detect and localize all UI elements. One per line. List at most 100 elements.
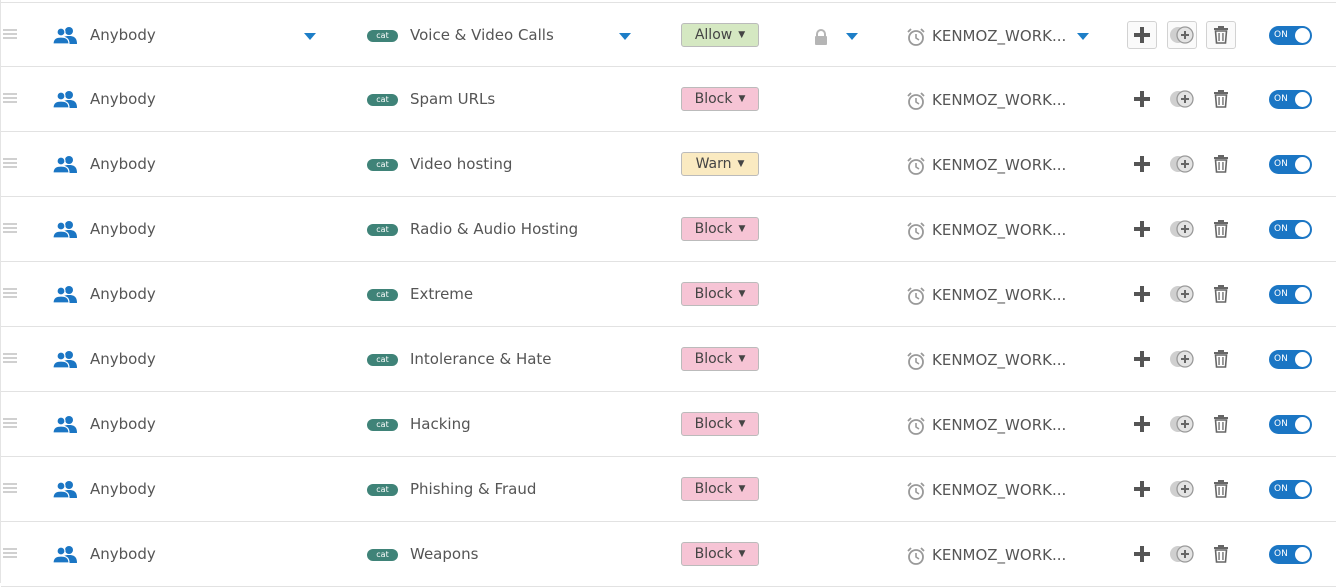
schedule-name[interactable]: KENMOZ_WORK... xyxy=(932,546,1066,564)
add-rule-button[interactable] xyxy=(1127,280,1157,308)
action-select[interactable]: Block ▼ xyxy=(681,542,759,566)
delete-rule-button[interactable] xyxy=(1206,85,1236,113)
rule-enabled-toggle[interactable]: ON xyxy=(1269,415,1312,434)
clone-rule-button[interactable] xyxy=(1167,540,1197,568)
action-select[interactable]: Block ▼ xyxy=(681,87,759,111)
rule-enabled-toggle[interactable]: ON xyxy=(1269,26,1312,45)
user-name[interactable]: Anybody xyxy=(90,480,156,498)
add-rule-button[interactable] xyxy=(1127,150,1157,178)
add-rule-button[interactable] xyxy=(1127,85,1157,113)
rule-enabled-toggle[interactable]: ON xyxy=(1269,155,1312,174)
options-dropdown-icon[interactable] xyxy=(846,33,858,40)
rule-enabled-toggle[interactable]: ON xyxy=(1269,90,1312,109)
drag-handle-icon[interactable] xyxy=(3,29,17,41)
action-label: Allow xyxy=(694,27,733,43)
clone-rule-button[interactable] xyxy=(1167,280,1197,308)
add-rule-button[interactable] xyxy=(1127,475,1157,503)
user-name[interactable]: Anybody xyxy=(90,415,156,433)
category-name[interactable]: Intolerance & Hate xyxy=(410,350,552,368)
delete-rule-button[interactable] xyxy=(1206,150,1236,178)
rule-enabled-toggle[interactable]: ON xyxy=(1269,480,1312,499)
alarm-clock-icon xyxy=(907,28,925,46)
delete-rule-button[interactable] xyxy=(1206,215,1236,243)
alarm-clock-icon xyxy=(907,547,925,565)
users-icon xyxy=(53,416,77,434)
category-name[interactable]: Phishing & Fraud xyxy=(410,480,536,498)
schedule-dropdown-icon[interactable] xyxy=(1077,33,1089,40)
action-select[interactable]: Block ▼ xyxy=(681,412,759,436)
action-select[interactable]: Warn ▼ xyxy=(681,152,759,176)
user-name[interactable]: Anybody xyxy=(90,90,156,108)
user-name[interactable]: Anybody xyxy=(90,285,156,303)
schedule-name[interactable]: KENMOZ_WORK... xyxy=(932,351,1066,369)
rule-enabled-toggle[interactable]: ON xyxy=(1269,285,1312,304)
rule-enabled-toggle[interactable]: ON xyxy=(1269,220,1312,239)
action-select[interactable]: Allow ▼ xyxy=(681,23,759,47)
category-dropdown-icon[interactable] xyxy=(619,33,631,40)
user-name[interactable]: Anybody xyxy=(90,545,156,563)
delete-rule-button[interactable] xyxy=(1206,280,1236,308)
clone-icon xyxy=(1170,415,1194,433)
category-badge: cat xyxy=(367,419,398,431)
drag-handle-icon[interactable] xyxy=(3,353,17,365)
schedule-name[interactable]: KENMOZ_WORK... xyxy=(932,91,1066,109)
add-rule-button[interactable] xyxy=(1127,215,1157,243)
category-name[interactable]: Extreme xyxy=(410,285,473,303)
schedule-name[interactable]: KENMOZ_WORK... xyxy=(932,481,1066,499)
clone-rule-button[interactable] xyxy=(1167,345,1197,373)
category-name[interactable]: Video hosting xyxy=(410,155,512,173)
drag-handle-icon[interactable] xyxy=(3,288,17,300)
clone-rule-button[interactable] xyxy=(1167,150,1197,178)
drag-handle-icon[interactable] xyxy=(3,548,17,560)
category-name[interactable]: Radio & Audio Hosting xyxy=(410,220,578,238)
clone-rule-button[interactable] xyxy=(1167,215,1197,243)
schedule-name[interactable]: KENMOZ_WORK... xyxy=(932,221,1066,239)
lock-icon[interactable] xyxy=(813,29,829,45)
clone-rule-button[interactable] xyxy=(1167,410,1197,438)
clone-icon xyxy=(1170,545,1194,563)
drag-handle-icon[interactable] xyxy=(3,418,17,430)
user-dropdown-icon[interactable] xyxy=(304,33,316,40)
add-rule-button[interactable] xyxy=(1127,410,1157,438)
caret-down-icon: ▼ xyxy=(738,94,746,104)
clone-rule-button[interactable] xyxy=(1167,475,1197,503)
delete-rule-button[interactable] xyxy=(1206,540,1236,568)
users-icon xyxy=(53,481,77,499)
schedule-name[interactable]: KENMOZ_WORK... xyxy=(932,416,1066,434)
delete-rule-button[interactable] xyxy=(1206,21,1236,49)
clone-rule-button[interactable] xyxy=(1167,21,1197,49)
category-name[interactable]: Spam URLs xyxy=(410,90,495,108)
category-name[interactable]: Weapons xyxy=(410,545,478,563)
action-select[interactable]: Block ▼ xyxy=(681,347,759,371)
rule-enabled-toggle[interactable]: ON xyxy=(1269,350,1312,369)
schedule-name[interactable]: KENMOZ_WORK... xyxy=(932,156,1066,174)
delete-rule-button[interactable] xyxy=(1206,475,1236,503)
schedule-name[interactable]: KENMOZ_WORK... xyxy=(932,27,1066,45)
delete-rule-button[interactable] xyxy=(1206,410,1236,438)
category-name[interactable]: Hacking xyxy=(410,415,471,433)
action-select[interactable]: Block ▼ xyxy=(681,217,759,241)
users-icon xyxy=(53,286,77,304)
drag-handle-icon[interactable] xyxy=(3,93,17,105)
user-name[interactable]: Anybody xyxy=(90,155,156,173)
drag-handle-icon[interactable] xyxy=(3,158,17,170)
rule-row: Anybody cat Extreme Block ▼ KENMOZ_WORK..… xyxy=(1,262,1336,327)
drag-handle-icon[interactable] xyxy=(3,483,17,495)
action-label: Block xyxy=(694,351,733,367)
add-rule-button[interactable] xyxy=(1127,540,1157,568)
user-name[interactable]: Anybody xyxy=(90,220,156,238)
action-label: Block xyxy=(694,91,733,107)
clone-rule-button[interactable] xyxy=(1167,85,1197,113)
add-rule-button[interactable] xyxy=(1127,345,1157,373)
add-rule-button[interactable] xyxy=(1127,21,1157,49)
rule-enabled-toggle[interactable]: ON xyxy=(1269,545,1312,564)
alarm-clock-icon xyxy=(907,157,925,175)
action-select[interactable]: Block ▼ xyxy=(681,477,759,501)
user-name[interactable]: Anybody xyxy=(90,26,156,44)
drag-handle-icon[interactable] xyxy=(3,223,17,235)
category-name[interactable]: Voice & Video Calls xyxy=(410,26,554,44)
action-select[interactable]: Block ▼ xyxy=(681,282,759,306)
delete-rule-button[interactable] xyxy=(1206,345,1236,373)
user-name[interactable]: Anybody xyxy=(90,350,156,368)
schedule-name[interactable]: KENMOZ_WORK... xyxy=(932,286,1066,304)
